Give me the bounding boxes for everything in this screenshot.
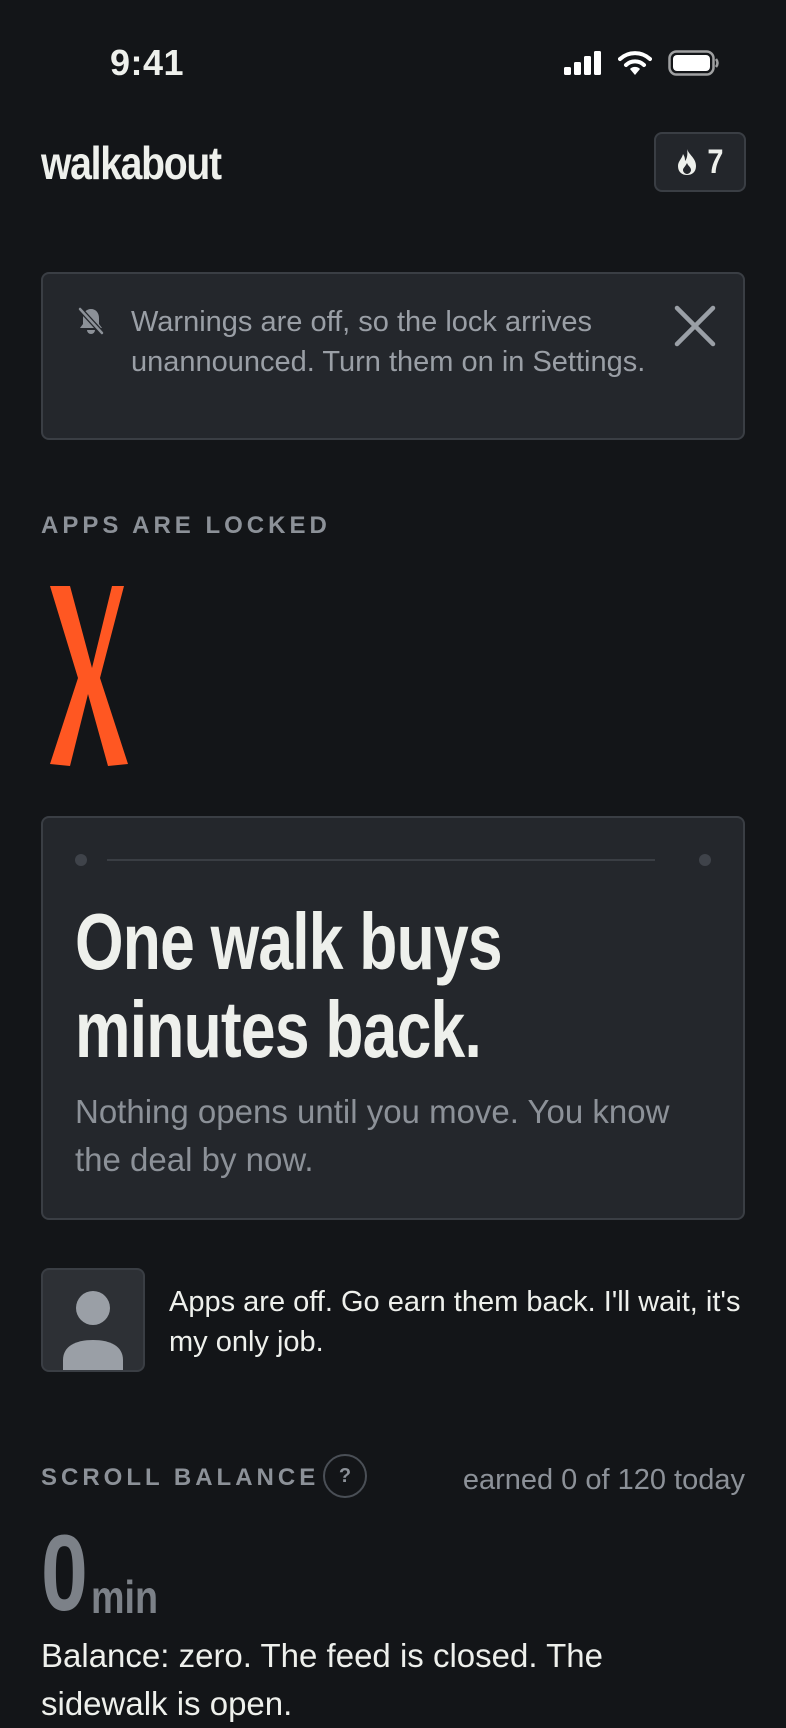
app-title: walkabout <box>41 137 222 189</box>
lock-section-label: APPS ARE LOCKED <box>41 512 331 539</box>
rule-dot-left <box>75 854 87 866</box>
hero-title-line1: One walk buys <box>75 897 503 986</box>
warning-banner: Warnings are off, so the lock arrives un… <box>41 272 745 440</box>
person-icon <box>63 1291 123 1370</box>
hero-card: One walk buys minutes back. Nothing open… <box>41 816 745 1220</box>
x-mark-icon <box>50 586 128 766</box>
flame-icon <box>677 149 696 175</box>
rule-dot-right <box>699 854 711 866</box>
close-icon <box>674 305 716 347</box>
status-icons <box>564 50 720 76</box>
balance-unit: min <box>91 1571 159 1623</box>
wifi-icon <box>618 51 652 75</box>
warning-text: Warnings are off, so the lock arrives un… <box>131 306 646 378</box>
status-bar: 9:41 <box>0 0 786 110</box>
help-button[interactable]: ? <box>323 1454 367 1498</box>
earned-text: earned 0 of 120 today <box>462 1464 745 1496</box>
lock-mark <box>44 582 134 775</box>
bell-off-icon <box>78 307 104 335</box>
streak-badge[interactable]: 7 <box>654 132 746 192</box>
rule-line <box>107 859 655 861</box>
balance-header: SCROLL BALANCE ? earned 0 of 120 today <box>41 1454 745 1500</box>
coach-message: Apps are off. Go earn them back. I'll wa… <box>169 1286 741 1358</box>
balance-value: 0 min <box>41 1518 173 1628</box>
app-header: walkabout 7 <box>41 132 746 192</box>
hero-title: One walk buys minutes back. <box>75 898 715 1074</box>
avatar <box>41 1268 145 1372</box>
card-rule <box>75 854 711 866</box>
balance-number: 0 <box>41 1512 88 1633</box>
battery-icon <box>668 50 719 76</box>
hero-title-line2: minutes back. <box>75 985 482 1074</box>
coach-row: Apps are off. Go earn them back. I'll wa… <box>41 1268 745 1372</box>
balance-label: SCROLL BALANCE <box>41 1464 320 1491</box>
hero-subtitle: Nothing opens until you move. You know t… <box>75 1093 670 1178</box>
status-time: 9:41 <box>110 42 185 83</box>
balance-message: Balance: zero. The feed is closed. The s… <box>41 1637 603 1722</box>
streak-count: 7 <box>706 142 724 181</box>
cellular-signal-icon <box>564 51 601 75</box>
close-button[interactable] <box>673 304 717 348</box>
